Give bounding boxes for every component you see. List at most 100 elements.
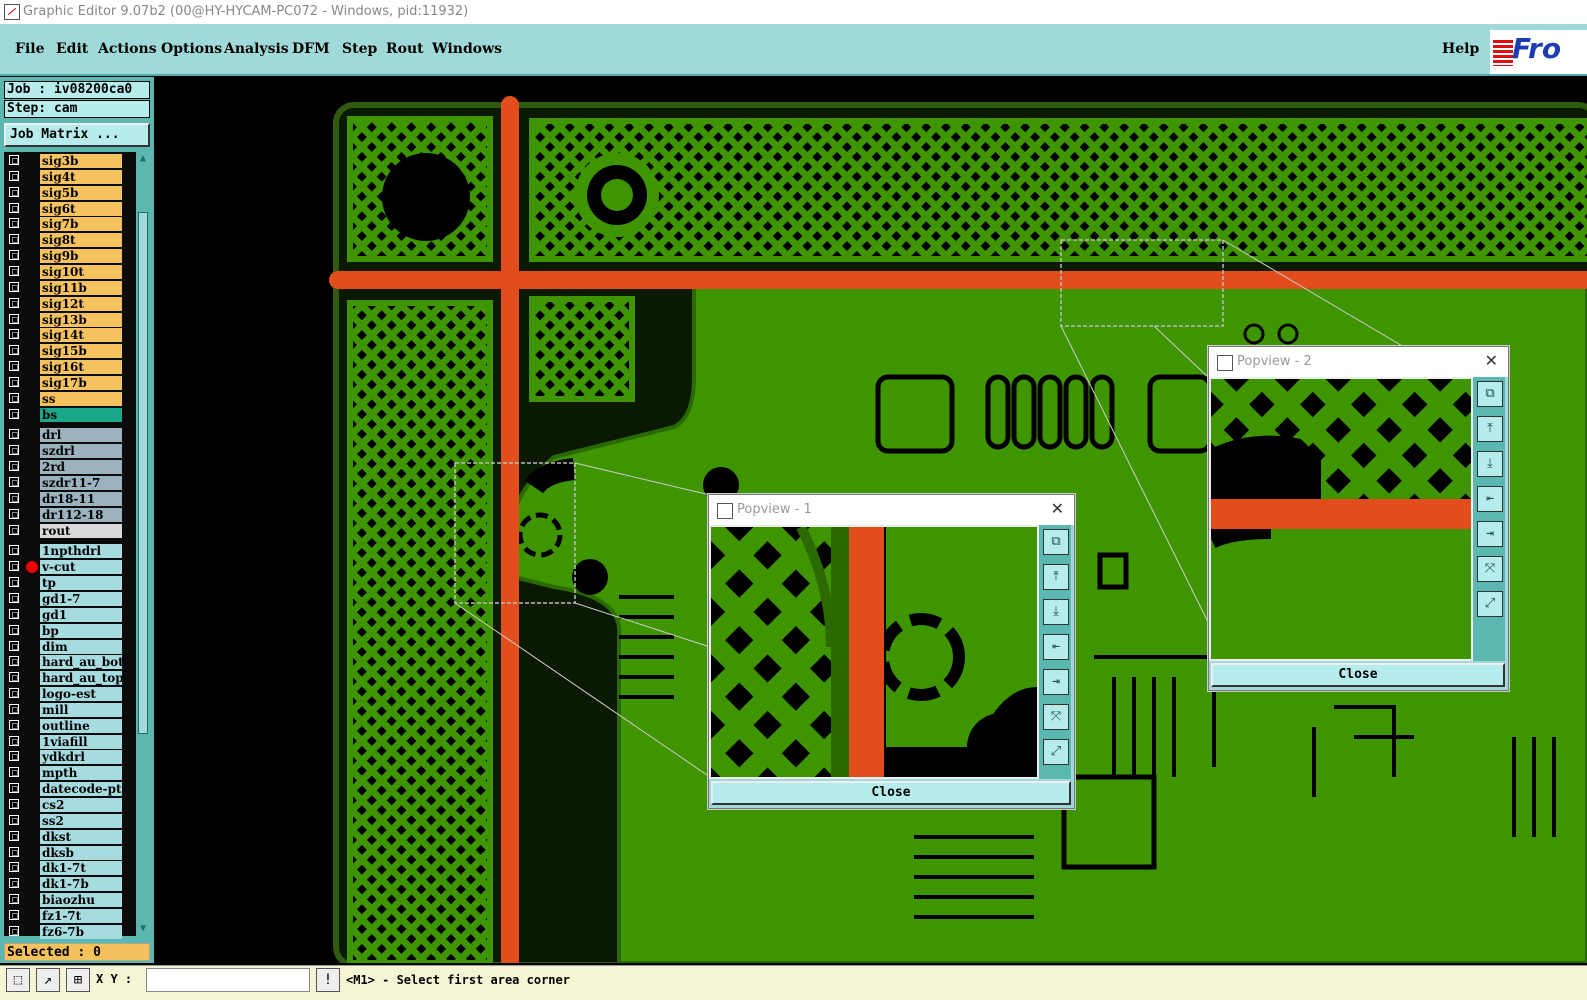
layer-row-1npthdrl[interactable]: 1npthdrl — [4, 544, 122, 559]
layer-row-dr112-18[interactable]: dr112-18 — [4, 507, 122, 522]
measure-icon[interactable]: ↗ — [36, 968, 60, 992]
layer-name[interactable]: sig3b — [40, 154, 122, 168]
layer-row-sig11b[interactable]: sig11b — [4, 280, 122, 295]
layer-name[interactable]: tp — [40, 576, 122, 591]
layer-row-logo-est[interactable]: logo-est — [4, 687, 122, 702]
layer-name[interactable]: gd1-7 — [40, 591, 122, 606]
layer-name[interactable]: biaozhu — [40, 893, 122, 908]
layer-name[interactable]: outline — [40, 718, 122, 733]
layer-name[interactable]: dk1-7b — [40, 877, 122, 892]
grid-icon[interactable]: ⊞ — [66, 968, 90, 992]
layer-name[interactable]: ydkdrl — [40, 750, 122, 765]
layer-checkbox[interactable] — [9, 688, 19, 699]
layer-row-ss2[interactable]: ss2 — [4, 813, 122, 828]
layer-checkbox[interactable] — [9, 561, 19, 572]
layer-checkbox[interactable] — [9, 719, 19, 730]
layer-name[interactable]: sig11b — [40, 280, 122, 295]
layer-checkbox[interactable] — [9, 577, 19, 588]
layer-checkbox[interactable] — [9, 392, 19, 403]
layer-name[interactable]: sig15b — [40, 344, 122, 359]
layer-name[interactable]: ss2 — [40, 813, 122, 828]
layer-row-sig7b[interactable]: sig7b — [4, 217, 122, 232]
scroll-thumb[interactable] — [138, 212, 148, 734]
menu-edit[interactable]: Edit — [56, 41, 88, 57]
select-mode-icon[interactable]: ⬚ — [6, 968, 30, 992]
layer-row-2rd[interactable]: 2rd — [4, 460, 122, 475]
menu-dfm[interactable]: DFM — [292, 41, 330, 57]
popview-1-close-button[interactable]: Close — [711, 781, 1071, 805]
layer-row-ydkdrl[interactable]: ydkdrl — [4, 750, 122, 765]
layer-row-hard_au_bott[interactable]: hard_au_bott — [4, 655, 122, 670]
layer-checkbox[interactable] — [9, 250, 19, 261]
layer-name[interactable]: logo-est — [40, 687, 122, 702]
zoom-home-icon[interactable]: ⧉ — [1477, 381, 1503, 407]
layer-row-sig9b[interactable]: sig9b — [4, 249, 122, 264]
layer-row-sig16t[interactable]: sig16t — [4, 360, 122, 375]
layer-row-dk1-7t[interactable]: dk1-7t — [4, 861, 122, 876]
layer-row-dr18-11[interactable]: dr18-11 — [4, 491, 122, 506]
layer-name[interactable]: szdr11-7 — [40, 476, 122, 490]
layer-checkbox[interactable] — [9, 624, 19, 635]
menu-analysis[interactable]: Analysis — [224, 41, 289, 57]
layer-name[interactable]: 2rd — [40, 460, 122, 475]
layer-name[interactable]: datecode-pte — [40, 782, 122, 797]
layer-checkbox[interactable] — [9, 783, 19, 794]
layer-name[interactable]: sig16t — [40, 360, 122, 375]
layer-name[interactable]: sig17b — [40, 375, 122, 390]
layer-checkbox[interactable] — [9, 545, 19, 556]
layer-name[interactable]: gd1 — [40, 607, 122, 622]
layer-row-dkst[interactable]: dkst — [4, 829, 122, 844]
layer-name[interactable]: sig4t — [40, 169, 122, 184]
layer-name[interactable]: dk1-7t — [40, 861, 122, 876]
pan-left-icon[interactable]: ⇤ — [1043, 634, 1069, 660]
layer-row-gd1-7[interactable]: gd1-7 — [4, 591, 122, 606]
layer-checkbox[interactable] — [9, 735, 19, 746]
layer-checkbox[interactable] — [9, 656, 19, 667]
zoom-out-icon[interactable]: ⤢ — [1477, 591, 1503, 617]
layer-row-mill[interactable]: mill — [4, 702, 122, 717]
pan-right-icon[interactable]: ⇥ — [1043, 669, 1069, 695]
layer-row-outline[interactable]: outline — [4, 718, 122, 733]
layer-row-hard_au_top[interactable]: hard_au_top — [4, 671, 122, 686]
scroll-down-icon[interactable]: ▼ — [136, 922, 150, 936]
zoom-home-icon[interactable]: ⧉ — [1043, 529, 1069, 555]
layer-row-szdr11-7[interactable]: szdr11-7 — [4, 476, 122, 490]
pan-up-icon[interactable]: ⤒ — [1477, 416, 1503, 442]
layer-row-sig8t[interactable]: sig8t — [4, 233, 122, 248]
job-matrix-button[interactable]: Job Matrix ... — [4, 123, 150, 147]
layer-row-sig6t[interactable]: sig6t — [4, 201, 122, 216]
layer-name[interactable]: hard_au_top — [40, 671, 122, 686]
layer-name[interactable]: sig13b — [40, 312, 122, 327]
layer-row-gd1[interactable]: gd1 — [4, 607, 122, 622]
layer-name[interactable]: dkst — [40, 829, 122, 844]
pan-down-icon[interactable]: ⤓ — [1477, 451, 1503, 477]
layer-name[interactable]: fz1-7t — [40, 908, 122, 923]
layer-name[interactable]: sig12t — [40, 296, 122, 311]
layer-row-v-cut[interactable]: v-cut — [4, 560, 122, 575]
menu-options[interactable]: Options — [161, 41, 222, 57]
layer-checkbox[interactable] — [9, 592, 19, 603]
layer-checkbox[interactable] — [9, 767, 19, 778]
pan-down-icon[interactable]: ⤓ — [1043, 599, 1069, 625]
scroll-up-icon[interactable]: ▲ — [136, 152, 150, 166]
layer-name[interactable]: sig14t — [40, 328, 122, 343]
layer-name[interactable]: dr112-18 — [40, 507, 122, 522]
layer-checkbox[interactable] — [9, 508, 19, 519]
layer-name[interactable]: rout — [40, 523, 122, 538]
popview-2-viewport[interactable] — [1209, 377, 1473, 661]
layer-name[interactable]: sig5b — [40, 185, 122, 200]
layer-row-sig15b[interactable]: sig15b — [4, 344, 122, 359]
zoom-out-icon[interactable]: ⤢ — [1043, 739, 1069, 765]
menu-windows[interactable]: Windows — [432, 41, 502, 57]
layer-name[interactable]: sig8t — [40, 233, 122, 248]
layer-row-rout[interactable]: rout — [4, 523, 122, 538]
layer-name[interactable]: bp — [40, 623, 122, 638]
layer-checkbox[interactable] — [9, 703, 19, 714]
layer-row-bp[interactable]: bp — [4, 623, 122, 638]
zoom-in-icon[interactable]: ⤧ — [1043, 704, 1069, 730]
layer-row-1viafill[interactable]: 1viafill — [4, 734, 122, 749]
pan-right-icon[interactable]: ⇥ — [1477, 521, 1503, 547]
layer-name[interactable]: v-cut — [40, 560, 122, 575]
popview-2-close-button[interactable]: Close — [1211, 663, 1505, 687]
close-icon[interactable]: ✕ — [1485, 351, 1498, 370]
